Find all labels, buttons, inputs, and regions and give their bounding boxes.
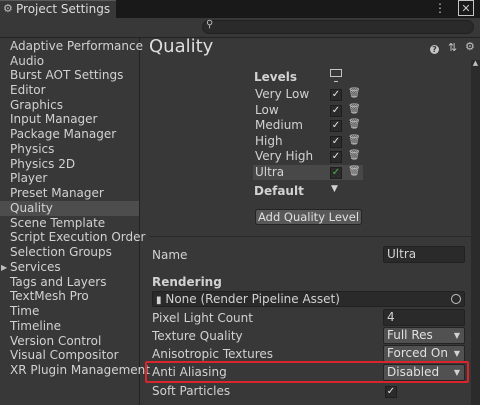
texture-quality-value: Full Res (387, 328, 433, 342)
sidebar-item-visual-compositor[interactable]: Visual Compositor (10, 348, 119, 363)
sidebar-item-selection-groups[interactable]: Selection Groups (10, 245, 112, 260)
page-title: Quality (149, 36, 214, 57)
sidebar-item-editor[interactable]: Editor (10, 83, 46, 98)
sidebar-item-services[interactable]: Services (10, 260, 61, 275)
soft-particles-label: Soft Particles (152, 384, 231, 398)
anisotropic-textures-dropdown[interactable]: Forced On ▼ (383, 345, 465, 362)
gear-icon: ⚙ (3, 2, 13, 15)
trash-icon[interactable]: 🗑 (348, 89, 361, 99)
default-dropdown-arrow-icon[interactable]: ▼ (331, 184, 338, 194)
quality-level-name: Medium (255, 118, 303, 132)
search-input[interactable]: ⚲ (202, 19, 474, 34)
expand-arrow-icon[interactable]: ▶ (1, 263, 7, 272)
sidebar-item-input-manager[interactable]: Input Manager (10, 112, 98, 127)
sidebar-item-audio[interactable]: Audio (10, 54, 44, 69)
level-default-checkbox[interactable]: ✓ (330, 167, 342, 179)
quality-level-row[interactable]: Low ✓ 🗑 (253, 103, 363, 118)
quality-level-name: High (255, 134, 283, 148)
sidebar-item-time[interactable]: Time (10, 304, 39, 319)
quality-level-name: Low (255, 103, 279, 117)
quality-level-row-selected[interactable]: Ultra ✓ 🗑 (253, 165, 363, 180)
add-quality-level-button[interactable]: Add Quality Level (255, 209, 362, 225)
pixel-light-count-field[interactable]: 4 (383, 309, 465, 326)
sidebar-item-package-manager[interactable]: Package Manager (10, 127, 116, 142)
scrollbar[interactable] (471, 60, 480, 405)
sidebar-item-xr-plugin-management[interactable]: XR Plugin Management (10, 363, 150, 378)
sidebar-item-script-execution-order[interactable]: Script Execution Order (10, 230, 145, 245)
trash-icon[interactable]: 🗑 (348, 136, 361, 146)
settings-gear-icon[interactable]: ⚙ (465, 40, 475, 53)
sidebar-item-tags-and-layers[interactable]: Tags and Layers (10, 275, 106, 290)
trash-icon[interactable]: 🗑 (348, 105, 361, 115)
scroll-up-arrow-icon[interactable]: ▲ (471, 59, 480, 67)
anisotropic-textures-label: Anisotropic Textures (152, 347, 274, 361)
close-icon[interactable]: ✕ (458, 0, 474, 16)
sidebar-item-adaptive-performance[interactable]: Adaptive Performance (10, 39, 143, 54)
trash-icon[interactable]: 🗑 (348, 120, 361, 130)
chevron-down-icon: ▼ (453, 331, 460, 340)
rendering-section-header: Rendering (152, 275, 222, 289)
sidebar-item-physics-2d[interactable]: Physics 2D (10, 157, 75, 172)
render-pipeline-field[interactable]: ▮ None (Render Pipeline Asset) (152, 291, 465, 307)
presets-icon[interactable]: ⇅ (448, 41, 457, 54)
sidebar-item-timeline[interactable]: Timeline (10, 319, 61, 334)
trash-icon[interactable]: 🗑 (348, 151, 361, 161)
quality-level-row[interactable]: Medium ✓ 🗑 (253, 118, 363, 133)
anisotropic-textures-value: Forced On (387, 346, 448, 360)
name-field[interactable]: Ultra (383, 246, 465, 263)
quality-level-row[interactable]: Very Low ✓ 🗑 (253, 87, 363, 102)
annotation-highlight-box (145, 361, 469, 383)
sidebar-item-player[interactable]: Player (10, 171, 47, 186)
soft-particles-checkbox[interactable]: ✓ (385, 386, 397, 398)
sidebar-item-version-control[interactable]: Version Control (10, 334, 101, 349)
kebab-menu-icon[interactable]: ⋮ (434, 1, 446, 15)
render-pipeline-value: None (Render Pipeline Asset) (165, 292, 340, 306)
chevron-down-icon: ▼ (453, 349, 460, 358)
sidebar-item-scene-template[interactable]: Scene Template (10, 216, 105, 231)
level-enabled-checkbox[interactable]: ✓ (330, 136, 342, 148)
level-enabled-checkbox[interactable]: ✓ (330, 120, 342, 132)
texture-quality-dropdown[interactable]: Full Res ▼ (383, 327, 465, 344)
default-label: Default (254, 184, 304, 198)
pixel-light-count-label: Pixel Light Count (152, 311, 253, 325)
sidebar-item-physics[interactable]: Physics (10, 142, 54, 157)
monitor-icon (330, 69, 342, 82)
level-enabled-checkbox[interactable]: ✓ (330, 89, 342, 101)
help-icon[interactable]: ? (430, 42, 439, 55)
levels-title: Levels (254, 70, 298, 84)
window-tab[interactable]: ⚙ Project Settings (0, 0, 116, 18)
sidebar-item-quality[interactable]: Quality (10, 201, 53, 216)
object-picker-icon[interactable] (451, 294, 461, 304)
quality-level-row[interactable]: High ✓ 🗑 (253, 134, 363, 149)
sidebar: Adaptive Performance Audio Burst AOT Set… (0, 38, 150, 405)
window-title: Project Settings (16, 2, 111, 16)
quality-level-name: Very High (255, 149, 314, 163)
quality-level-name: Ultra (255, 165, 285, 179)
quality-level-row[interactable]: Very High ✓ 🗑 (253, 149, 363, 164)
texture-quality-label: Texture Quality (152, 329, 243, 343)
level-enabled-checkbox[interactable]: ✓ (330, 105, 342, 117)
document-icon: ▮ (156, 295, 162, 306)
sidebar-item-textmesh-pro[interactable]: TextMesh Pro (10, 289, 89, 304)
level-enabled-checkbox[interactable]: ✓ (330, 151, 342, 163)
sidebar-item-preset-manager[interactable]: Preset Manager (10, 186, 104, 201)
search-icon: ⚲ (206, 19, 214, 30)
name-label: Name (152, 248, 188, 262)
trash-icon[interactable]: 🗑 (348, 167, 361, 177)
sidebar-item-burst-aot-settings[interactable]: Burst AOT Settings (10, 68, 123, 83)
quality-level-name: Very Low (255, 87, 310, 101)
sidebar-item-graphics[interactable]: Graphics (10, 98, 63, 113)
divider (149, 236, 471, 237)
